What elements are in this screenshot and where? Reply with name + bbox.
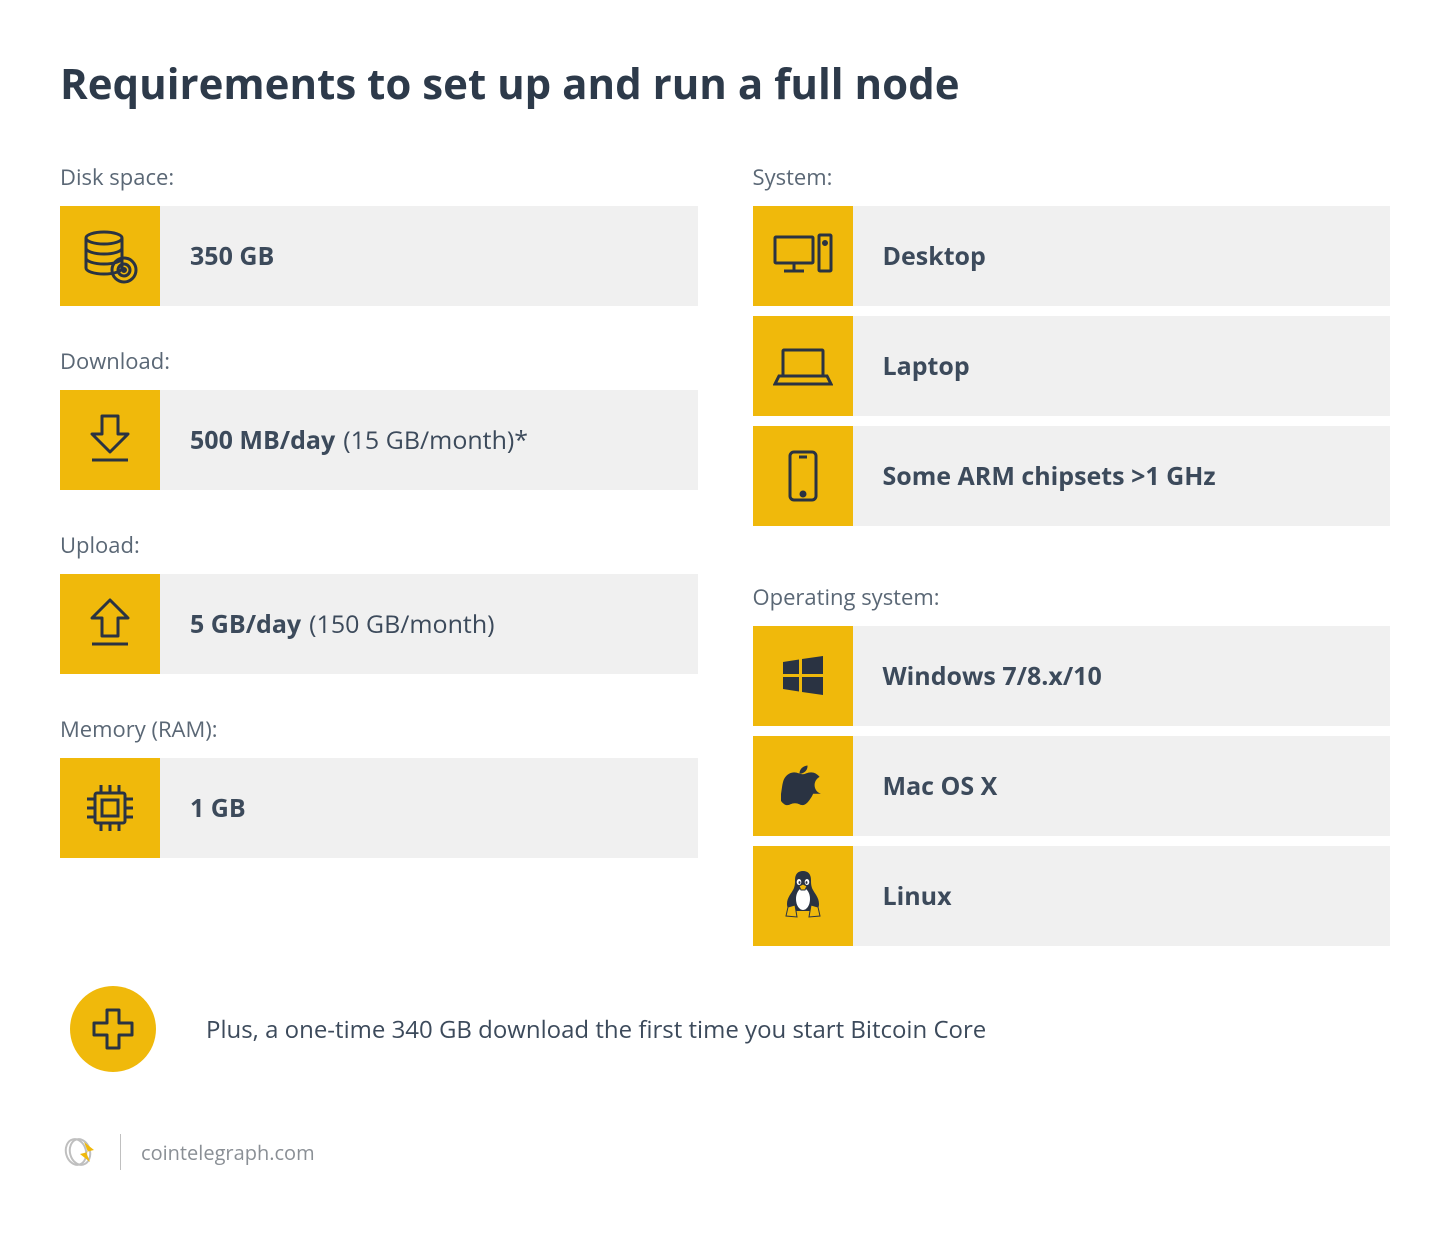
download-icon [85, 412, 135, 468]
windows-icon-box [753, 626, 853, 726]
memory-row: 1 GB [60, 758, 698, 858]
download-value-box: 500 MB/day (15 GB/month)* [160, 390, 698, 490]
os-linux-text: Linux [853, 846, 1391, 946]
page-title: Requirements to set up and run a full no… [60, 55, 1390, 112]
system-laptop-text: Laptop [853, 316, 1391, 416]
footer-site: cointelegraph.com [141, 1139, 315, 1166]
columns-container: Disk space: 350 GB [60, 162, 1390, 956]
system-laptop-row: Laptop [753, 316, 1391, 416]
os-linux-row: Linux [753, 846, 1391, 946]
system-laptop-value: Laptop [883, 349, 970, 383]
right-column: System: Desktop [753, 162, 1391, 956]
memory-value: 1 GB [190, 791, 246, 825]
download-row: 500 MB/day (15 GB/month)* [60, 390, 698, 490]
laptop-icon-box [753, 316, 853, 416]
footer-logo [60, 1132, 100, 1172]
upload-label: Upload: [60, 530, 698, 560]
memory-icon-box [60, 758, 160, 858]
os-linux-value: Linux [883, 879, 952, 913]
memory-value-box: 1 GB [160, 758, 698, 858]
desktop-icon-box [753, 206, 853, 306]
os-label: Operating system: [753, 582, 1391, 612]
os-windows-row: Windows 7/8.x/10 [753, 626, 1391, 726]
download-value: 500 MB/day [190, 423, 335, 457]
download-icon-box [60, 390, 160, 490]
footnote-text: Plus, a one-time 340 GB download the fir… [206, 1013, 986, 1046]
system-arm-row: Some ARM chipsets >1 GHz [753, 426, 1391, 526]
os-windows-text: Windows 7/8.x/10 [853, 626, 1391, 726]
desktop-icon [771, 231, 835, 281]
upload-value: 5 GB/day [190, 607, 301, 641]
os-mac-value: Mac OS X [883, 769, 998, 803]
windows-icon [779, 652, 827, 700]
cointelegraph-logo-icon [60, 1132, 100, 1172]
system-desktop-row: Desktop [753, 206, 1391, 306]
os-mac-row: Mac OS X [753, 736, 1391, 836]
linux-icon [780, 869, 826, 923]
memory-label: Memory (RAM): [60, 714, 698, 744]
system-label: System: [753, 162, 1391, 192]
system-desktop-text: Desktop [853, 206, 1391, 306]
plus-circle [70, 986, 156, 1072]
os-windows-value: Windows 7/8.x/10 [883, 659, 1102, 693]
laptop-icon [773, 344, 833, 388]
system-arm-text: Some ARM chipsets >1 GHz [853, 426, 1391, 526]
disk-space-value: 350 GB [190, 239, 274, 273]
system-arm-value: Some ARM chipsets >1 GHz [883, 459, 1216, 493]
apple-icon [781, 760, 825, 812]
ram-icon [81, 779, 139, 837]
os-mac-text: Mac OS X [853, 736, 1391, 836]
upload-note: (150 GB/month) [309, 607, 494, 641]
disk-space-icon-box [60, 206, 160, 306]
footer-divider [120, 1134, 121, 1170]
phone-icon-box [753, 426, 853, 526]
upload-value-box: 5 GB/day (150 GB/month) [160, 574, 698, 674]
disk-space-row: 350 GB [60, 206, 698, 306]
smartphone-icon [786, 448, 820, 504]
footnote-row: Plus, a one-time 340 GB download the fir… [60, 986, 1390, 1072]
linux-icon-box [753, 846, 853, 946]
system-desktop-value: Desktop [883, 239, 986, 273]
download-label: Download: [60, 346, 698, 376]
mac-icon-box [753, 736, 853, 836]
download-note: (15 GB/month)* [343, 423, 528, 457]
upload-row: 5 GB/day (150 GB/month) [60, 574, 698, 674]
upload-icon [85, 596, 135, 652]
left-column: Disk space: 350 GB [60, 162, 698, 956]
disk-space-value-box: 350 GB [160, 206, 698, 306]
database-disk-icon [80, 226, 140, 286]
disk-space-label: Disk space: [60, 162, 698, 192]
footer: cointelegraph.com [60, 1132, 1390, 1172]
upload-icon-box [60, 574, 160, 674]
plus-icon [88, 1004, 138, 1054]
